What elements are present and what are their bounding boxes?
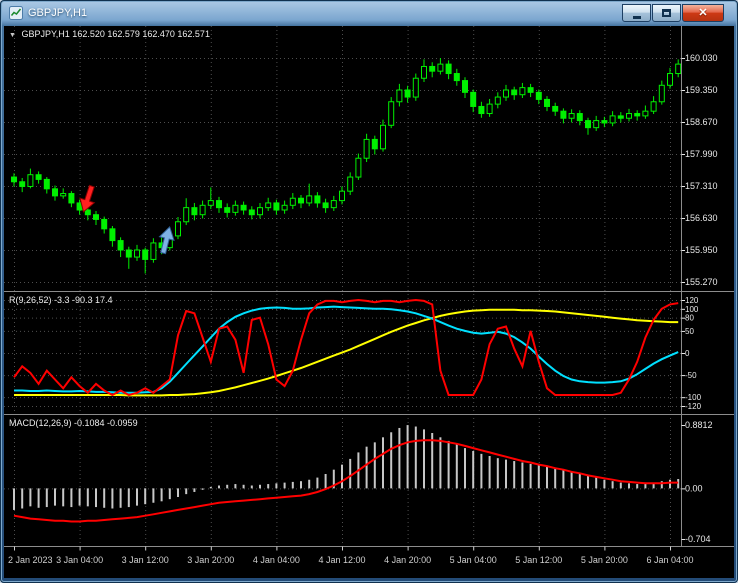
svg-text:0.8812: 0.8812: [685, 420, 713, 430]
maximize-button[interactable]: [652, 4, 681, 22]
svg-text:5 Jan 12:00: 5 Jan 12:00: [515, 555, 562, 565]
ohlc-text: GBPJPY,H1 162.520 162.579 162.470 162.57…: [21, 29, 210, 39]
svg-text:-120: -120: [685, 402, 702, 411]
minimize-button[interactable]: [622, 4, 651, 22]
macd-label: MACD(12,26,9) -0.1084 -0.0959: [9, 418, 138, 428]
indicator1-label: R(9,26,52) -3.3 -90.3 17.4: [9, 295, 113, 305]
svg-text:0.00: 0.00: [685, 483, 703, 493]
svg-text:4 Jan 04:00: 4 Jan 04:00: [253, 555, 300, 565]
minimize-icon: [632, 15, 641, 19]
svg-text:-50: -50: [685, 371, 697, 380]
svg-text:50: 50: [685, 327, 694, 336]
svg-text:160.030: 160.030: [685, 53, 718, 63]
svg-text:2 Jan 2023: 2 Jan 2023: [8, 555, 53, 565]
svg-text:0: 0: [685, 349, 690, 358]
svg-text:100: 100: [685, 305, 699, 314]
svg-text:-100: -100: [685, 393, 702, 402]
svg-text:157.990: 157.990: [685, 149, 718, 159]
close-icon: ✕: [698, 6, 708, 19]
symbol-dropdown-icon[interactable]: ▼: [9, 32, 16, 39]
svg-text:5 Jan 04:00: 5 Jan 04:00: [450, 555, 497, 565]
svg-text:4 Jan 20:00: 4 Jan 20:00: [384, 555, 431, 565]
svg-text:-0.704: -0.704: [685, 534, 711, 544]
chart-canvas[interactable]: 160.030 159.350 158.670 157.990 157.310 156.6…: [4, 26, 734, 578]
svg-text:3 Jan 20:00: 3 Jan 20:00: [187, 555, 234, 565]
svg-text:6 Jan 04:00: 6 Jan 04:00: [646, 555, 693, 565]
window-controls: ✕: [622, 4, 724, 22]
svg-text:80: 80: [685, 314, 694, 323]
svg-text:158.670: 158.670: [685, 117, 718, 127]
titlebar[interactable]: GBPJPY,H1 ✕: [0, 0, 738, 26]
svg-text:155.950: 155.950: [685, 245, 718, 255]
close-button[interactable]: ✕: [682, 4, 724, 22]
svg-text:159.350: 159.350: [685, 85, 718, 95]
svg-text:157.310: 157.310: [685, 181, 718, 191]
window-title: GBPJPY,H1: [28, 7, 88, 19]
chart-area: 160.030 159.350 158.670 157.990 157.310 156.6…: [4, 26, 734, 578]
svg-text:156.630: 156.630: [685, 213, 718, 223]
chart-window-icon: [9, 6, 23, 20]
svg-text:4 Jan 12:00: 4 Jan 12:00: [318, 555, 365, 565]
svg-text:5 Jan 20:00: 5 Jan 20:00: [581, 555, 628, 565]
maximize-icon: [662, 9, 671, 17]
svg-text:3 Jan 04:00: 3 Jan 04:00: [56, 555, 103, 565]
chart-window: GBPJPY,H1 ✕ 160.030 159.350 158.670 157.990…: [0, 0, 738, 583]
svg-text:155.270: 155.270: [685, 277, 718, 287]
ohlc-info: ▼ GBPJPY,H1 162.520 162.579 162.470 162.…: [9, 29, 210, 41]
svg-text:3 Jan 12:00: 3 Jan 12:00: [122, 555, 169, 565]
svg-text:120: 120: [685, 296, 699, 305]
